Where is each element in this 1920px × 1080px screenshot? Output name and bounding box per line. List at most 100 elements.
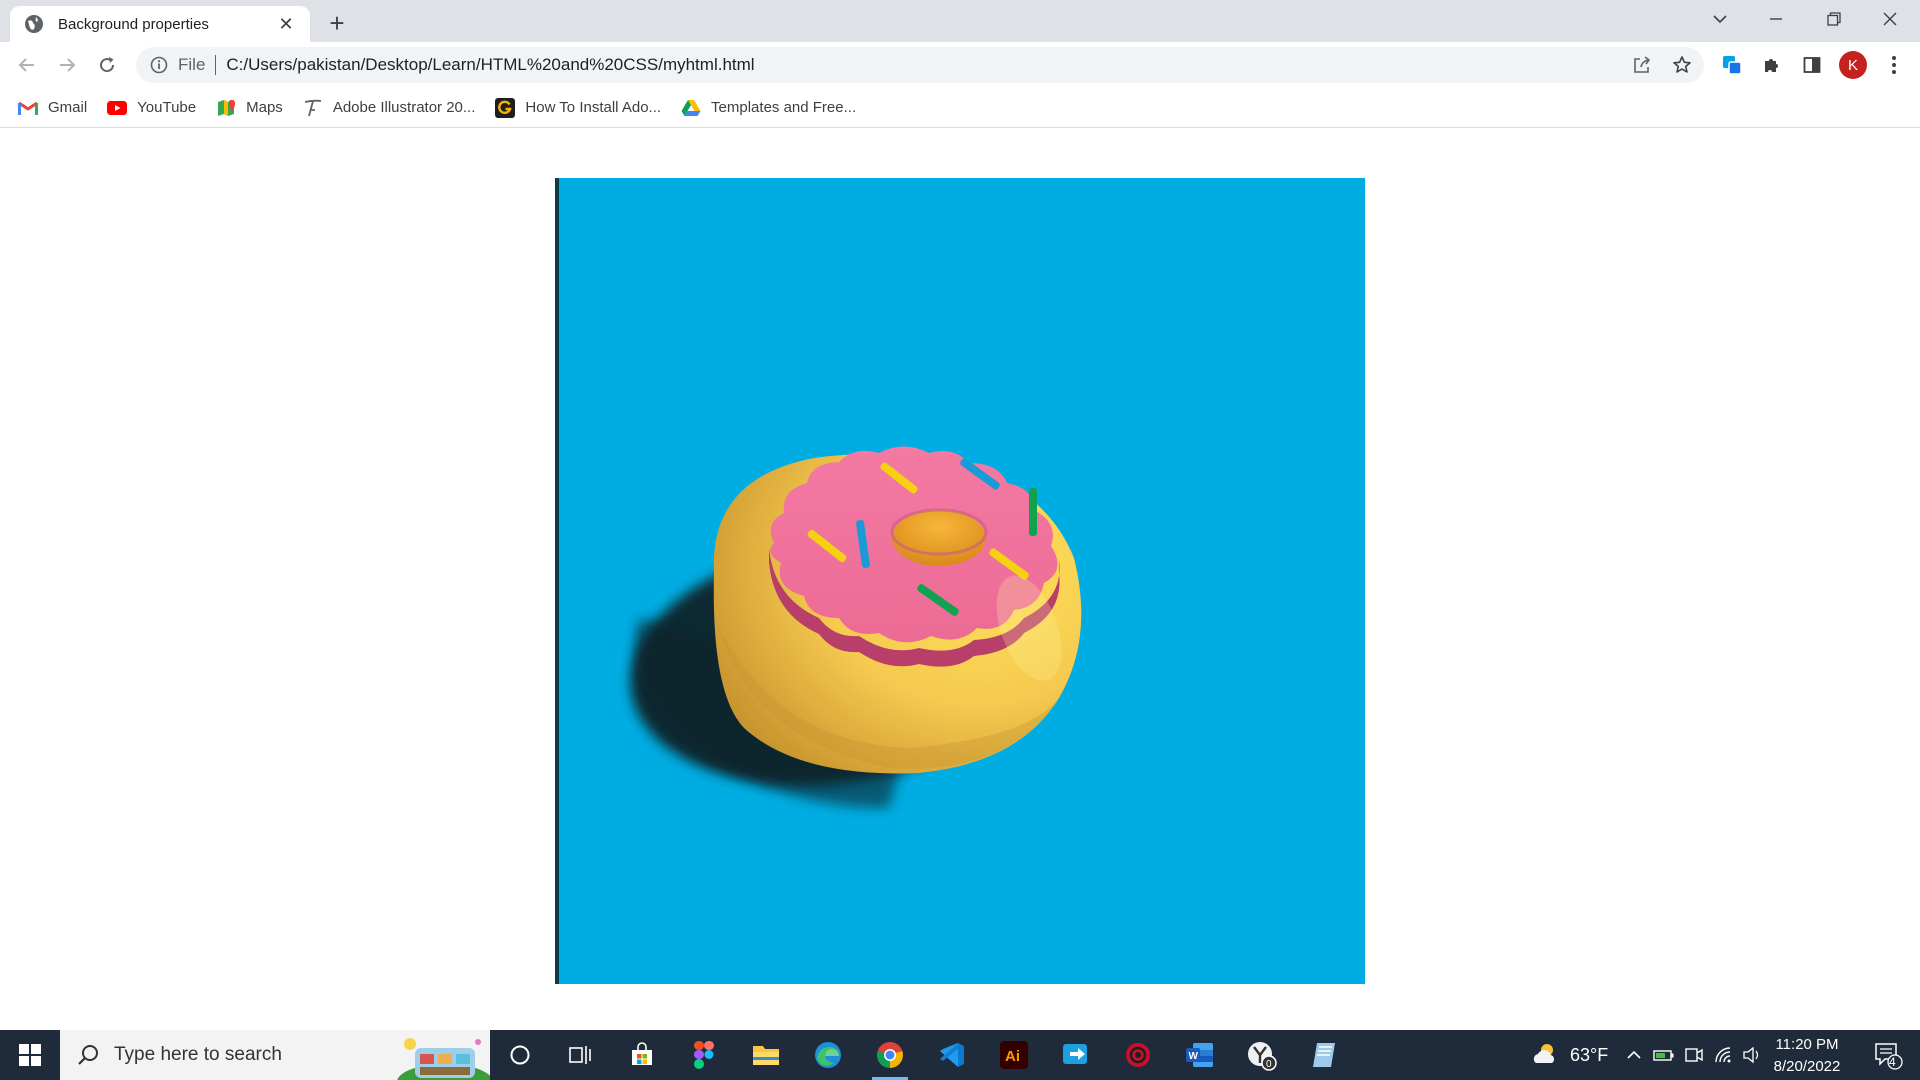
battery-status[interactable] [1652,1043,1676,1067]
taskbar-word[interactable]: W [1174,1035,1226,1075]
start-button[interactable] [0,1030,60,1080]
taskbar-store[interactable] [616,1035,668,1075]
notification-icon [1875,1043,1903,1070]
restore-button[interactable] [1806,0,1862,38]
bookmarks-bar: Gmail YouTube Maps Adobe Illustrator 20.… [0,88,1920,128]
taskbar-notes[interactable] [1298,1035,1350,1075]
tab-close-icon[interactable]: ✕ [274,12,298,36]
notification-count: 4 [1889,1055,1896,1069]
donut-hole [892,510,986,566]
word-icon: W [1186,1043,1213,1067]
search-icon [78,1045,98,1065]
taskbar-tool[interactable]: 0 [1236,1035,1288,1075]
taskbar-cortana[interactable] [494,1035,546,1075]
taskbar-file-explorer[interactable] [740,1035,792,1075]
tool-icon: 0 [1248,1042,1277,1071]
drive-icon [681,99,701,116]
gmail-icon [18,101,38,115]
bookmark-how-to-install[interactable]: How To Install Ado... [495,93,671,123]
profile-avatar[interactable]: K [1839,51,1867,79]
bookmark-gmail[interactable]: Gmail [18,93,97,123]
reload-icon [100,57,115,73]
star-icon [1673,56,1691,73]
taskbar-app[interactable] [1050,1035,1102,1075]
browser-tab[interactable]: Background properties ✕ [10,6,310,42]
extension-translate-button[interactable] [1716,49,1748,81]
translate-extension-icon [1723,56,1742,75]
cortana-icon [510,1045,530,1065]
youtube-icon [107,100,128,115]
maps-icon [218,99,236,116]
meet-now[interactable] [1682,1043,1706,1067]
vscode-icon [940,1043,964,1067]
bookmark-adobe-illustrator[interactable]: Adobe Illustrator 20... [303,93,486,123]
new-tab-button[interactable]: + [322,8,352,38]
clock-time: 11:20 PM [1775,1036,1839,1053]
tab-search-button[interactable] [1692,0,1748,38]
info-icon [150,56,168,74]
forward-button[interactable] [50,48,84,82]
extensions-button[interactable] [1756,49,1788,81]
share-icon [1634,56,1651,73]
minimize-icon [1770,18,1782,20]
taskbar-antivirus[interactable] [1112,1035,1164,1075]
puzzle-icon [1765,59,1778,72]
url-text[interactable]: C:/Users/pakistan/Desktop/Learn/HTML%20a… [226,55,754,75]
scheme-label: File [178,55,206,74]
bookmark-maps[interactable]: Maps [216,93,293,123]
more-vert-icon [1892,56,1896,74]
arrow-left-icon [18,58,34,72]
browser-toolbar: File C:/Users/pakistan/Desktop/Learn/HTM… [0,42,1920,88]
tab-strip: Background properties ✕ + [0,0,1920,42]
figma-icon [694,1041,714,1069]
minimize-button[interactable] [1748,0,1804,38]
globe-icon [25,15,43,33]
camera-icon [1685,1048,1703,1062]
back-button[interactable] [10,48,44,82]
taskbar-edge[interactable] [802,1035,854,1075]
reload-button[interactable] [90,48,124,82]
taskbar-figma[interactable] [678,1035,730,1075]
clock-date: 8/20/2022 [1773,1058,1841,1075]
donut-image [555,178,1365,984]
menu-button[interactable] [1878,49,1910,81]
side-panel-button[interactable] [1796,49,1828,81]
weather-temperature[interactable]: 63°F [1570,1045,1608,1066]
windows-logo-icon [19,1044,41,1066]
taskbar-illustrator[interactable]: Ai [988,1035,1040,1075]
close-window-button[interactable] [1862,0,1918,38]
network-status[interactable] [1712,1043,1736,1067]
page-viewport [0,129,1920,1030]
search-placeholder: Type here to search [114,1044,282,1065]
close-icon [1883,12,1897,26]
system-clock[interactable]: 11:20 PM 8/20/2022 [1752,1034,1862,1078]
bookmark-star-button[interactable] [1668,51,1696,79]
bookmark-templates[interactable]: Templates and Free... [681,93,866,123]
address-bar[interactable]: File C:/Users/pakistan/Desktop/Learn/HTM… [136,47,1704,83]
app-icon [1063,1044,1087,1064]
taskbar-search[interactable]: Type here to search [60,1030,490,1080]
chrome-icon [877,1042,903,1068]
svg-text:Ai: Ai [1005,1048,1020,1065]
tab-title: Background properties [58,15,209,33]
wifi-icon [1715,1047,1731,1063]
side-panel-icon [1803,57,1821,73]
store-icon [632,1042,652,1065]
taskbar-task-view[interactable] [554,1035,606,1075]
pen-tool-icon [304,99,321,116]
restore-icon [1827,12,1841,26]
svg-text:0: 0 [1266,1059,1272,1070]
notes-icon [1313,1043,1335,1067]
notification-center[interactable]: 4 [1870,1040,1906,1070]
share-button[interactable] [1628,51,1656,79]
windows-taskbar: Type here to search Ai W 0 63°F 11:20 PM… [0,1030,1920,1080]
antivirus-icon [1126,1043,1150,1067]
taskbar-vscode[interactable] [926,1035,978,1075]
show-hidden-icons[interactable] [1622,1043,1646,1067]
bookmark-youtube[interactable]: YouTube [107,93,206,123]
edge-icon [815,1042,841,1068]
taskbar-chrome[interactable] [864,1035,916,1080]
task-view-icon [569,1046,591,1064]
svg-text:W: W [1189,1051,1199,1062]
sprinkle [1029,488,1037,536]
